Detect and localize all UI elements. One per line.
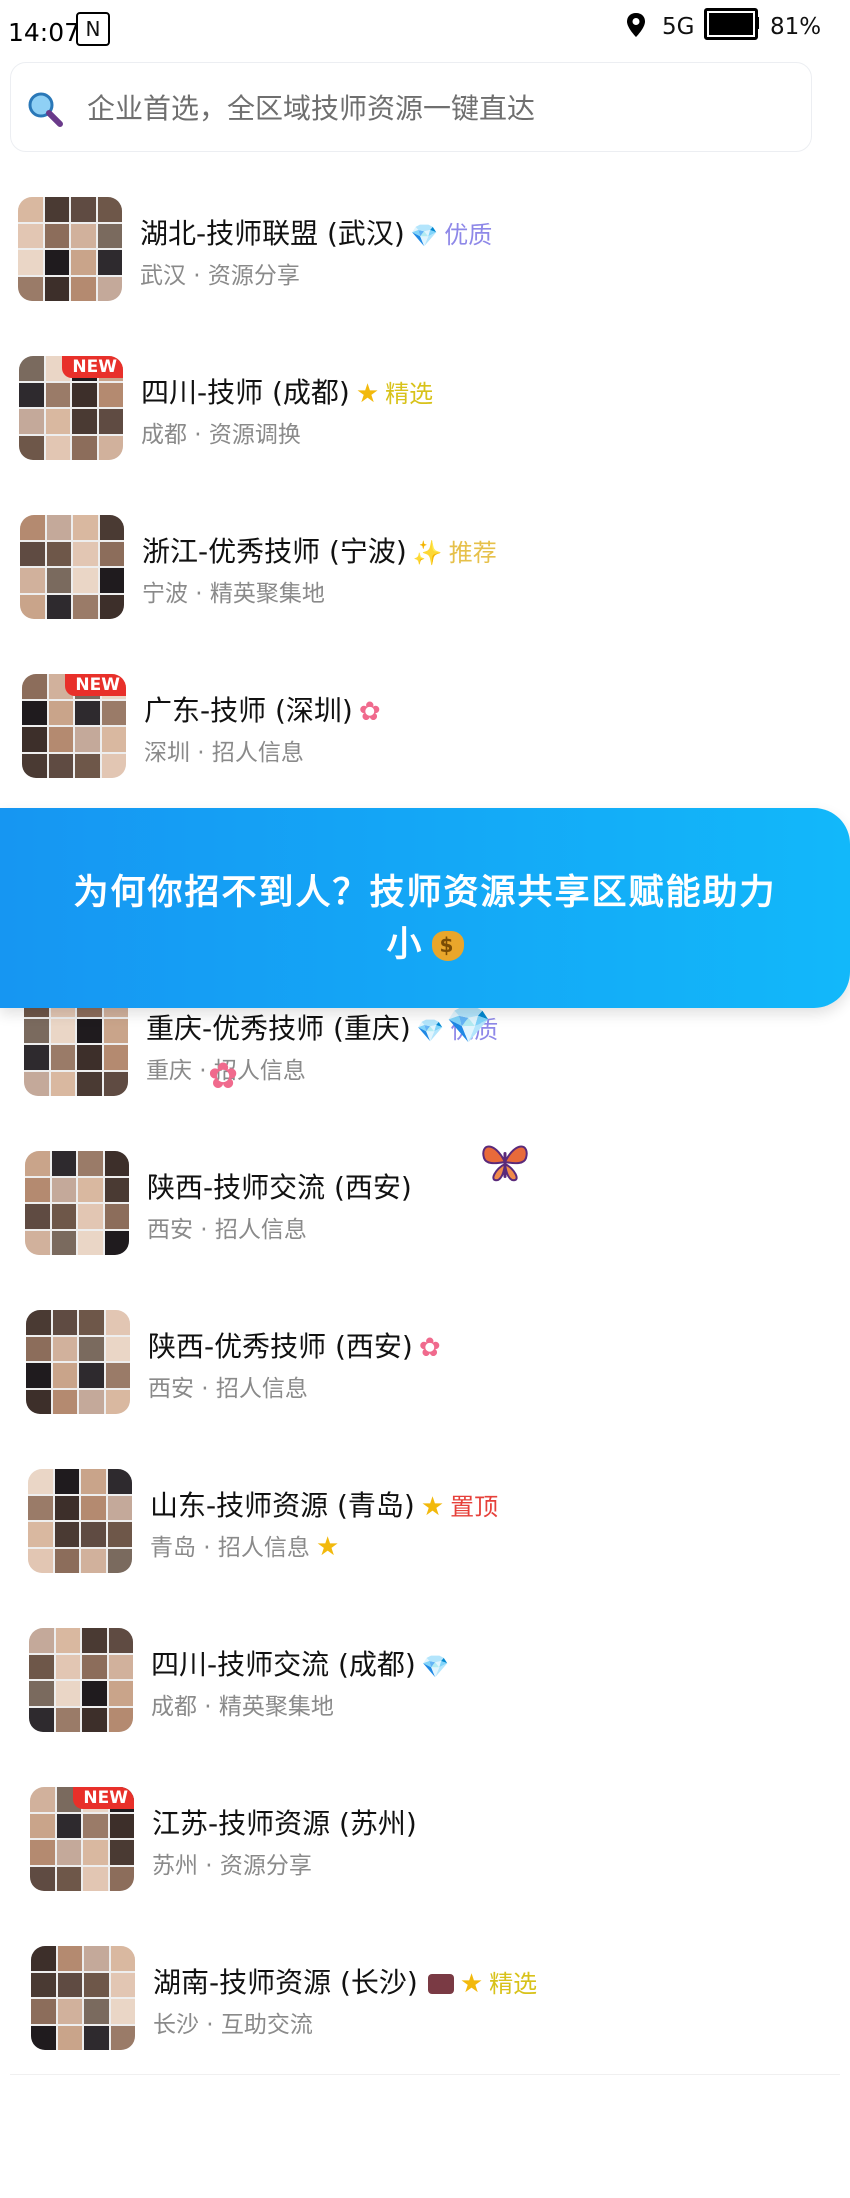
star-icon: ★ [355,379,380,409]
group-title: 湖北-技师联盟 (武汉) 💎 优质 [140,217,493,250]
group-title: 山东-技师资源 (青岛) ★ 置顶 [150,1489,499,1522]
search-bar[interactable]: 企业首选，全区域技师资源一键直达 [10,62,812,152]
group-title: 湖南-技师资源 (长沙) ★ 精选 [153,1966,538,1999]
group-tag: 置顶 [450,1493,499,1521]
group-subtitle: 长沙 · 互助交流 [153,2012,313,2038]
diamond-icon: 💎 [416,1019,445,1044]
list-item[interactable]: 湖南-技师资源 (长沙) ★ 精选长沙 · 互助交流 [0,1909,850,2068]
location-icon [627,13,645,37]
flower-icon: ✿ [208,1056,239,1097]
network-type: 5G [662,14,695,40]
group-avatar[interactable] [31,1946,135,2050]
diamond-icon: 💎 [410,224,439,249]
status-bar: 14:07 N 5G 81% [0,0,850,52]
group-subtitle: 成都 · 资源调换 [141,422,301,448]
gem-icon: 💎 [446,1005,491,1046]
group-title: 四川-技师 (成都) ★ 精选 [141,376,434,409]
group-subtitle: 武汉 · 资源分享 [140,263,300,289]
group-title: 陕西-优秀技师 (西安) ✿ [148,1330,441,1363]
group-subtitle: 西安 · 招人信息 [147,1217,307,1243]
group-subtitle: 宁波 · 精英聚集地 [142,581,325,607]
battery-percent: 81% [770,14,822,40]
group-tag: 精选 [385,380,434,408]
new-badge: NEW [62,356,123,378]
list-item[interactable]: 陕西-技师交流 (西安) 西安 · 招人信息 [0,1114,850,1273]
flower-icon: ✿ [418,1333,441,1363]
group-title: 浙江-优秀技师 (宁波) ✨ 推荐 [142,535,497,568]
list-end-divider [10,2074,840,2075]
group-avatar[interactable] [25,1151,129,1255]
group-tag: 精选 [489,1970,538,1998]
group-avatar[interactable] [18,197,122,301]
flower-icon: ✿ [358,697,381,727]
list-item[interactable]: 四川-技师交流 (成都) 💎 成都 · 精英聚集地 [0,1591,850,1750]
new-badge: NEW [73,1787,134,1809]
group-avatar[interactable] [29,1628,133,1732]
search-icon [28,92,63,127]
group-avatar[interactable]: NEW [19,356,123,460]
promo-banner[interactable]: 为何你招不到人？技师资源共享区赋能助力 小 [0,808,850,1008]
list-item[interactable]: NEW 四川-技师 (成都) ★ 精选成都 · 资源调换 [0,319,850,478]
group-list: 湖北-技师联盟 (武汉) 💎 优质武汉 · 资源分享 NEW 四川-技师 (成都) ★ 精选… [0,160,850,2068]
list-item[interactable]: NEW 江苏-技师资源 (苏州) 苏州 · 资源分享 [0,1750,850,1909]
star-icon: ★ [420,1492,445,1522]
battery-icon [704,8,758,40]
group-subtitle: 西安 · 招人信息 [148,1376,308,1402]
group-title: 陕西-技师交流 (西安) [147,1171,412,1204]
sparkles-icon: ✨ [412,539,443,567]
list-item[interactable]: 陕西-优秀技师 (西安) ✿ 西安 · 招人信息 [0,1273,850,1432]
group-avatar[interactable]: NEW [22,674,126,778]
notification-icon: N [76,12,110,46]
search-placeholder[interactable]: 企业首选，全区域技师资源一键直达 [87,87,535,127]
group-avatar[interactable]: NEW [30,1787,134,1891]
star-icon: ★ [459,1969,484,1999]
group-title: 广东-技师 (深圳) ✿ [144,694,381,727]
money-bag-icon [431,931,464,961]
banner-headline: 为何你招不到人？技师资源共享区赋能助力 [73,873,777,913]
new-badge: NEW [65,674,126,696]
butterfly-icon [482,1145,528,1182]
star-icon: ★ [315,1532,340,1562]
group-avatar[interactable] [28,1469,132,1573]
list-item[interactable]: 湖北-技师联盟 (武汉) 💎 优质武汉 · 资源分享 [0,160,850,319]
group-tag: 优质 [444,221,493,249]
banner-headline-2: 小 [0,916,850,967]
list-item[interactable]: 浙江-优秀技师 (宁波) ✨ 推荐宁波 · 精英聚集地 [0,478,850,637]
group-avatar[interactable] [20,515,124,619]
group-subtitle: 青岛 · 招人信息 ★ [150,1532,340,1562]
list-item[interactable]: NEW 广东-技师 (深圳) ✿ 深圳 · 招人信息 [0,637,850,796]
group-avatar[interactable] [26,1310,130,1414]
status-time: 14:07 [8,18,81,47]
group-tag: 推荐 [448,539,497,567]
group-title: 江苏-技师资源 (苏州) [152,1807,417,1840]
list-item[interactable]: 山东-技师资源 (青岛) ★ 置顶 青岛 · 招人信息 ★ [0,1432,850,1591]
diamond-icon: 💎 [421,1655,450,1680]
group-subtitle: 苏州 · 资源分享 [152,1853,312,1879]
group-title: 四川-技师交流 (成都) 💎 [151,1648,450,1681]
briefcase-icon [427,1974,454,1994]
group-subtitle: 成都 · 精英聚集地 [151,1694,334,1720]
group-subtitle: 深圳 · 招人信息 [144,740,304,766]
